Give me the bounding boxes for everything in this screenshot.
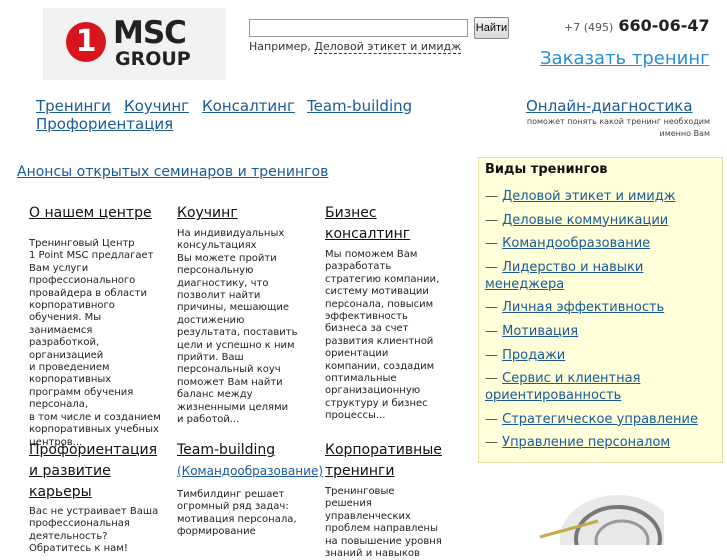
list-item: — Деловой этикет и имидж [485,188,713,205]
training-types-panel: Виды тренингов — Деловой этикет и имидж … [478,157,723,463]
nav-item-online-diagnostics[interactable]: Онлайн-диагностика [526,97,693,115]
search-input[interactable] [249,19,468,37]
list-item: — Сервис и клиентная ориентированность [485,370,713,404]
list-item: — Мотивация [485,323,713,340]
career-title[interactable]: Профориентация и развитие карьеры [29,442,157,500]
corporate-trainings-title[interactable]: Корпоративные тренинги [325,442,442,479]
coaching-text: На индивидуальных консультациях Вы может… [177,228,298,426]
diagnostics-caption: поможет понять какой тренинг необходим и… [526,117,710,138]
dash-bullet-icon: — [485,435,503,451]
coaching-block: Коучинг На индивидуальных консультациях … [177,202,309,427]
phone-number: 660-06-47 [618,16,710,35]
list-item: — Стратегическое управление [485,411,713,428]
nav-item-consulting[interactable]: Консалтинг [202,97,295,115]
search-button[interactable]: Найти [474,17,509,39]
training-type-link[interactable]: Деловой этикет и имидж [502,189,675,204]
dash-bullet-icon: — [485,236,503,252]
nav-item-trainings[interactable]: Тренинги [36,97,111,115]
nav-item-career-guidance[interactable]: Профориентация [36,115,173,133]
business-consulting-text: Мы поможем Вам разработать стратегию ком… [325,249,440,422]
corporate-trainings-text: Тренинговые решения управленческих пробл… [325,486,442,560]
order-training-link[interactable]: Заказать тренинг [540,48,710,69]
swirl-graphic [539,495,664,545]
nav-item-coaching[interactable]: Коучинг [124,97,189,115]
team-building-title[interactable]: Team-building [177,442,275,458]
training-type-link[interactable]: Продажи [502,348,565,363]
dash-bullet-icon: — [485,323,503,339]
dash-bullet-icon: — [485,371,503,387]
corporate-trainings-block: Корпоративные тренинги Тренинговые решен… [325,439,450,560]
training-type-link[interactable]: Лидерство и навыки менеджера [485,260,643,292]
list-item: — Деловые коммуникации [485,212,713,229]
list-item: — Командообразование [485,235,713,252]
team-building-text: Тимбилдинг решает огромный ряд задач: мо… [177,489,297,538]
training-type-link[interactable]: Личная эффективность [502,300,664,315]
logo-digit: 1 [66,22,106,62]
phone: +7 (495) 660-06-47 [564,16,710,35]
logo-brand: MSC [113,15,187,51]
logo[interactable]: 1 MSC GROUP [43,8,226,80]
business-consulting-block: Бизнес консалтинг Мы поможем Вам разрабо… [325,202,445,423]
about-center-block: О нашем центре Тренинговый Центр 1 Point… [29,202,164,449]
team-building-block: Team-building (Командообразование) Тимби… [177,439,323,539]
business-consulting-title[interactable]: Бизнес консалтинг [325,205,410,242]
seminars-announcement-link[interactable]: Анонсы открытых семинаров и тренингов [17,164,328,180]
list-item: — Личная эффективность [485,299,713,316]
dash-bullet-icon: — [485,300,503,316]
list-item: — Управление персоналом [485,434,713,451]
nav-item-team-building[interactable]: Team-building [307,97,412,115]
training-type-link[interactable]: Деловые коммуникации [502,213,668,228]
training-types-list: — Деловой этикет и имидж — Деловые комму… [485,188,713,458]
dash-bullet-icon: — [485,347,503,363]
dash-bullet-icon: — [485,411,503,427]
list-item: — Лидерство и навыки менеджера [485,259,713,293]
training-type-link[interactable]: Командообразование [502,236,650,251]
coaching-title[interactable]: Коучинг [177,205,238,221]
training-type-link[interactable]: Стратегическое управление [502,412,698,427]
dash-bullet-icon: — [485,189,503,204]
list-item: — Продажи [485,347,713,364]
training-type-link[interactable]: Мотивация [502,324,578,339]
phone-code: +7 (495) [564,21,614,34]
training-types-title: Виды тренингов [485,162,608,177]
career-text: Вас не устраивает Ваша профессиональная … [29,506,159,555]
dash-bullet-icon: — [485,259,503,275]
about-center-title[interactable]: О нашем центре [29,205,152,221]
search-hint-link[interactable]: Деловой этикет и имидж [314,40,462,54]
dash-bullet-icon: — [485,212,503,228]
career-block: Профориентация и развитие карьеры Вас не… [29,439,169,556]
logo-group: GROUP [115,48,191,70]
about-center-text: Тренинговый Центр 1 Point MSC предлагает… [29,238,161,448]
search-hint-prefix: Например, [249,40,311,53]
search-hint: Например, Деловой этикет и имидж [249,40,462,54]
training-type-link[interactable]: Управление персоналом [502,435,670,450]
team-building-subtitle[interactable]: (Командообразование) [177,464,323,478]
training-type-link[interactable]: Сервис и клиентная ориентированность [485,371,640,403]
promo-image [538,491,664,545]
